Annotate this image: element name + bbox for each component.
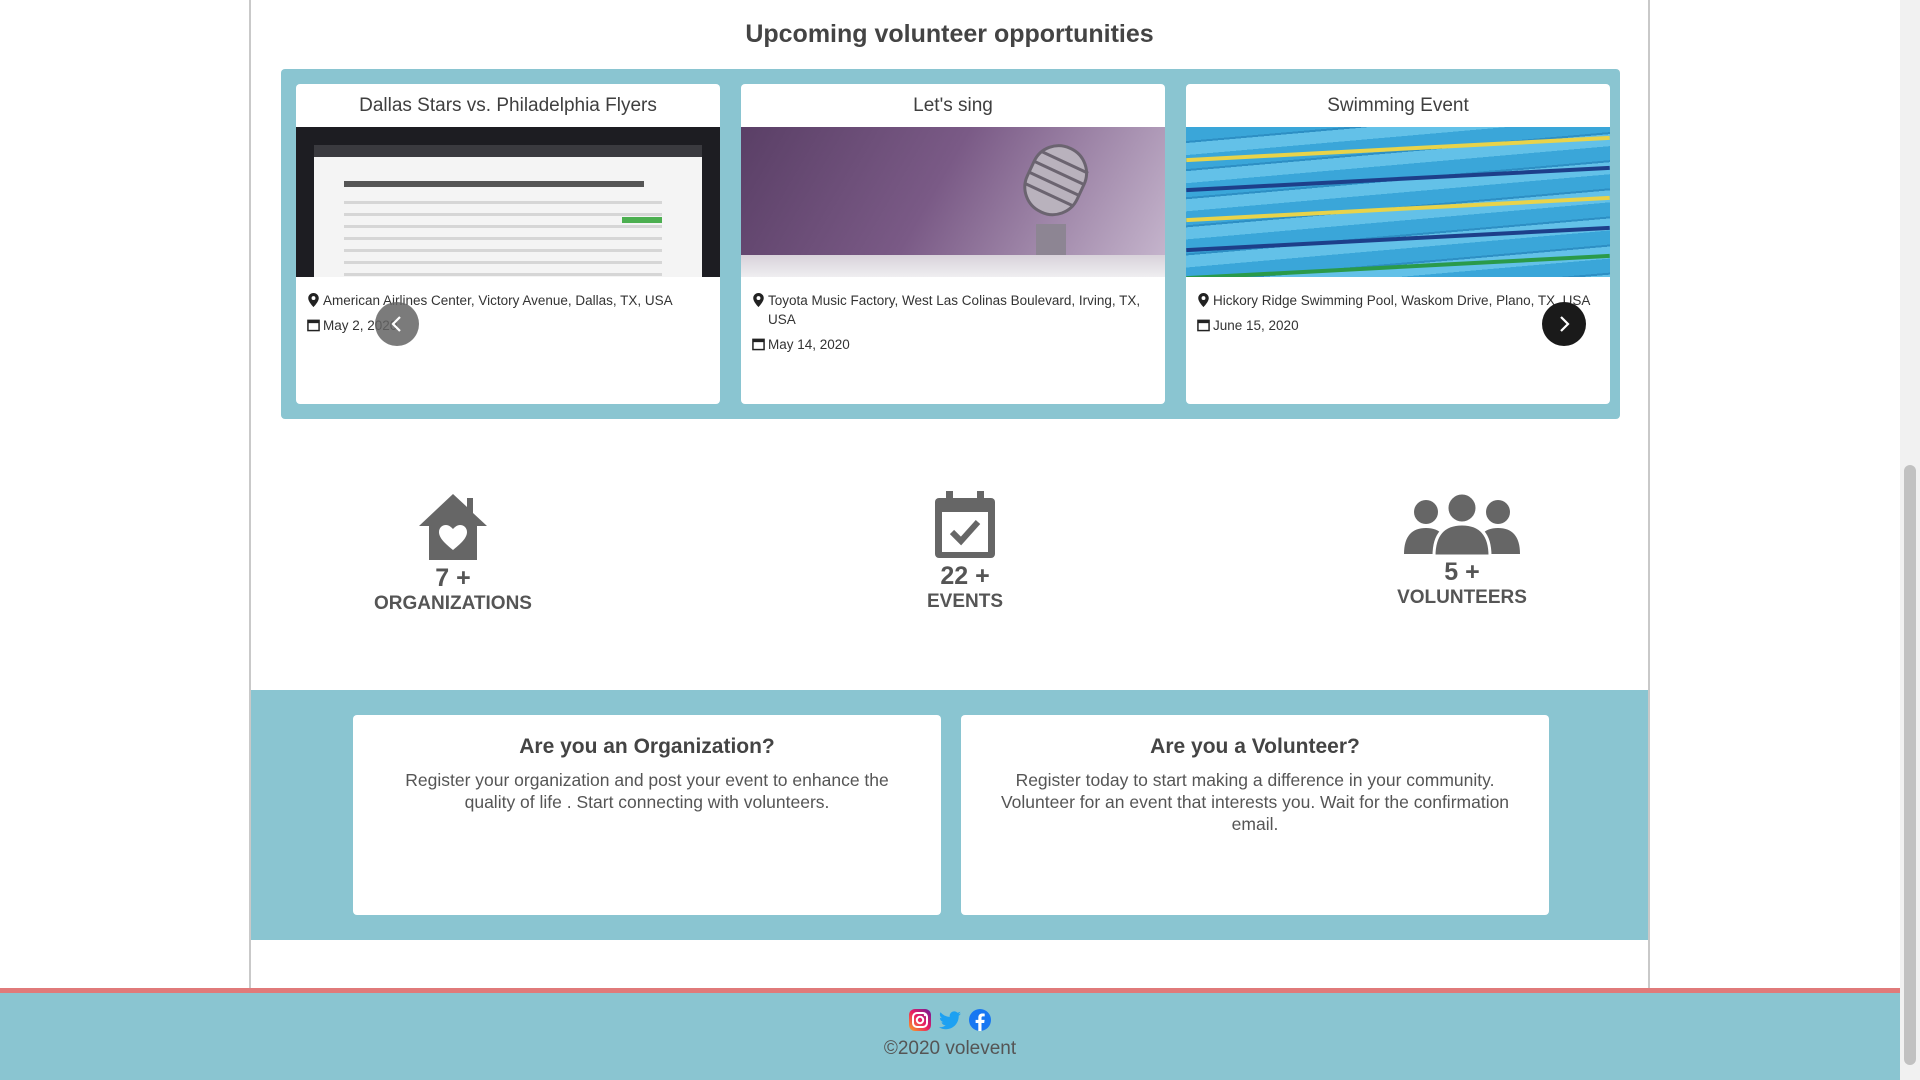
twitter-icon[interactable] bbox=[938, 1008, 962, 1032]
carousel-prev-button[interactable] bbox=[375, 302, 419, 346]
event-date: June 15, 2020 bbox=[1213, 318, 1299, 333]
volunteer-cta-card[interactable]: Are you a Volunteer? Register today to s… bbox=[961, 715, 1549, 915]
event-title: Let's sing bbox=[913, 95, 993, 116]
event-card[interactable]: Let's sing Toyota Music Factory, West La… bbox=[741, 84, 1165, 404]
location-pin-icon bbox=[1198, 293, 1209, 307]
scrollbar-thumb[interactable] bbox=[1904, 465, 1916, 1065]
cta-band: Are you an Organization? Register your o… bbox=[251, 690, 1648, 940]
events-carousel: Dallas Stars vs. Philadelphia Flyers Ame… bbox=[281, 69, 1620, 419]
social-links bbox=[0, 1008, 1900, 1032]
house-heart-icon bbox=[419, 494, 487, 560]
event-location: Toyota Music Factory, West Las Colinas B… bbox=[768, 293, 1141, 327]
instagram-icon[interactable] bbox=[908, 1008, 932, 1032]
stat-count: 22 + bbox=[940, 562, 990, 590]
stat-label: EVENTS bbox=[926, 591, 1004, 612]
event-location: American Airlines Center, Victory Avenue… bbox=[323, 293, 673, 308]
location-pin-icon bbox=[753, 293, 764, 307]
main-container: Upcoming volunteer opportunities Dallas … bbox=[249, 0, 1650, 990]
event-image bbox=[1186, 127, 1610, 277]
event-title: Dallas Stars vs. Philadelphia Flyers bbox=[359, 95, 657, 116]
event-location: Hickory Ridge Swimming Pool, Waskom Driv… bbox=[1213, 293, 1591, 308]
calendar-check-icon bbox=[935, 491, 995, 558]
event-date: May 14, 2020 bbox=[768, 337, 850, 352]
footer: ©2020 volevent bbox=[0, 988, 1900, 1080]
people-icon bbox=[1404, 491, 1520, 556]
calendar-icon bbox=[1197, 319, 1210, 332]
calendar-icon bbox=[752, 338, 765, 351]
copyright: ©2020 volevent bbox=[883, 1038, 1017, 1059]
event-image bbox=[296, 127, 720, 277]
stat-organizations: 7 + ORGANIZATIONS bbox=[353, 490, 553, 615]
cta-text: Register your organization and post your… bbox=[405, 770, 889, 812]
stat-label: VOLUNTEERS bbox=[1397, 587, 1527, 608]
chevron-right-icon bbox=[1560, 316, 1570, 332]
cta-title: Are you an Organization? bbox=[519, 735, 775, 758]
stat-count: 7 + bbox=[435, 564, 471, 592]
location-pin-icon bbox=[308, 293, 319, 307]
facebook-icon[interactable] bbox=[968, 1008, 992, 1032]
stat-events: 22 + EVENTS bbox=[865, 490, 1065, 613]
calendar-icon bbox=[307, 319, 320, 332]
event-card[interactable]: Swimming Event Hickory Ridge Swimming Po… bbox=[1186, 84, 1610, 404]
event-title: Swimming Event bbox=[1327, 95, 1469, 116]
stat-volunteers: 5 + VOLUNTEERS bbox=[1362, 490, 1562, 609]
chevron-left-icon bbox=[391, 316, 401, 332]
event-card[interactable]: Dallas Stars vs. Philadelphia Flyers Ame… bbox=[296, 84, 720, 404]
carousel-next-button[interactable] bbox=[1542, 302, 1586, 346]
stat-label: ORGANIZATIONS bbox=[374, 593, 532, 614]
section-title: Upcoming volunteer opportunities bbox=[745, 20, 1154, 48]
organization-cta-card[interactable]: Are you an Organization? Register your o… bbox=[353, 715, 941, 915]
event-image bbox=[741, 127, 1165, 277]
stat-count: 5 + bbox=[1444, 558, 1480, 586]
cta-title: Are you a Volunteer? bbox=[1150, 735, 1360, 758]
cta-text: Register today to start making a differe… bbox=[1000, 770, 1510, 834]
scrollbar[interactable] bbox=[1900, 0, 1920, 1080]
